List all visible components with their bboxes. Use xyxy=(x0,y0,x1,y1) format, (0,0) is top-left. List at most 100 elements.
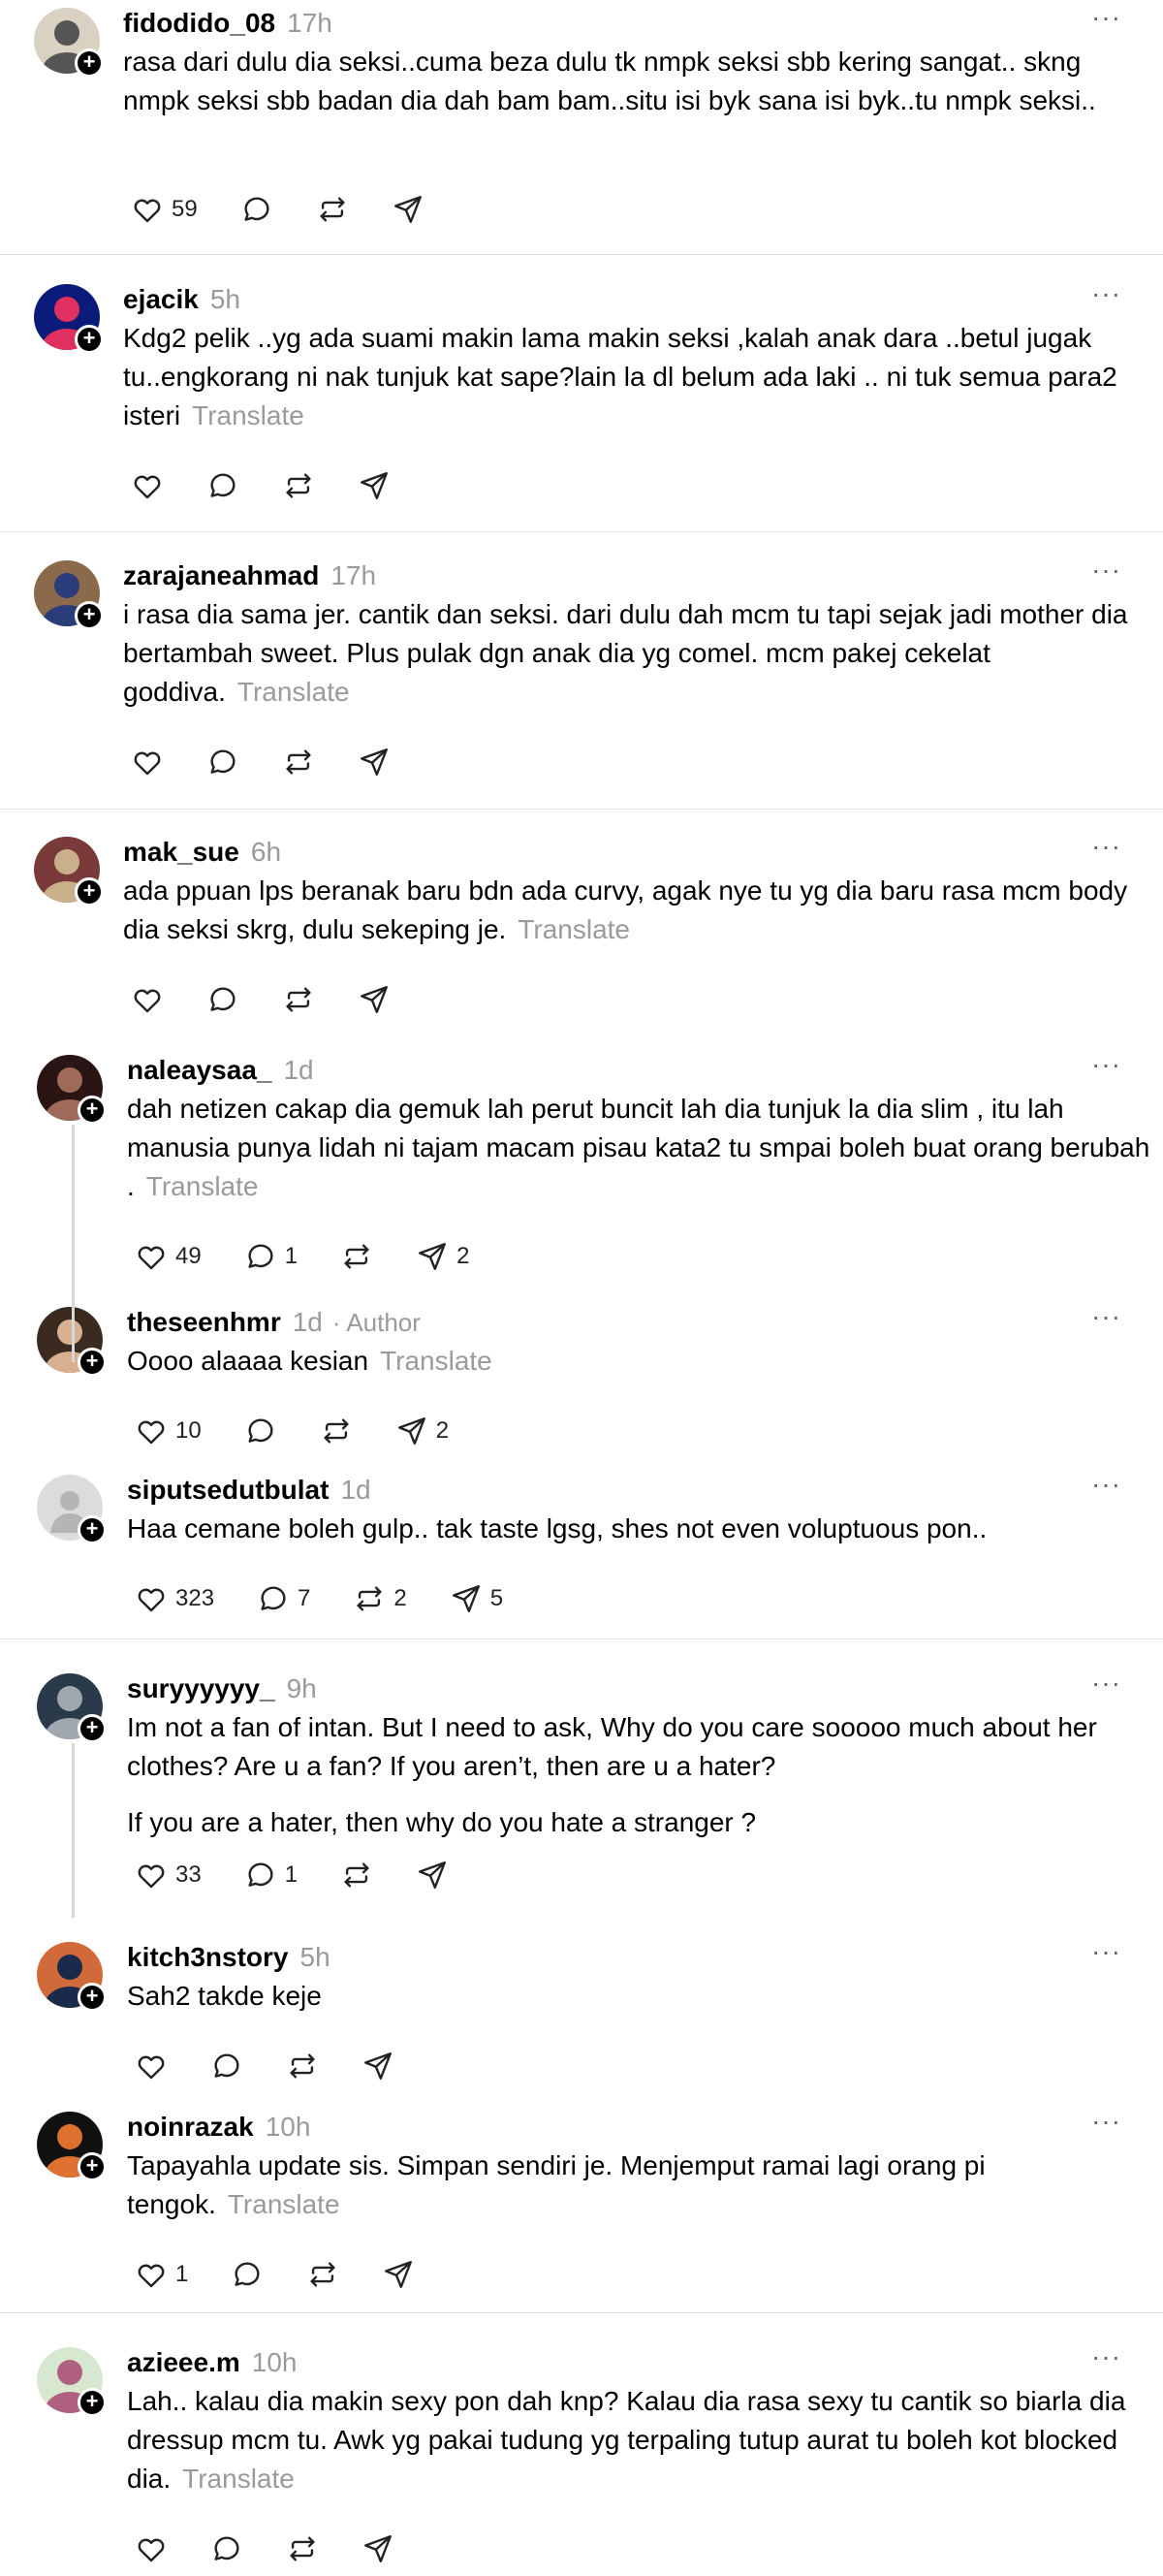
comment-icon xyxy=(231,2258,264,2291)
post-body: dah netizen cakap dia gemuk lah perut bu… xyxy=(127,1094,1150,1201)
translate-link[interactable]: Translate xyxy=(228,2189,340,2219)
post-text: rasa dari dulu dia seksi..cuma beza dulu… xyxy=(123,43,1150,120)
more-icon[interactable]: ··· xyxy=(1091,1469,1121,1500)
translate-link[interactable]: Translate xyxy=(237,677,350,707)
share-button[interactable] xyxy=(354,2050,394,2083)
reply-button[interactable]: 7 xyxy=(249,1582,310,1615)
repost-button[interactable] xyxy=(308,193,349,226)
share-button[interactable] xyxy=(350,983,391,1016)
username[interactable]: suryyyyyy_ xyxy=(127,1673,275,1703)
share-button[interactable] xyxy=(350,469,391,502)
like-button[interactable]: 1 xyxy=(127,2258,188,2291)
follow-plus-icon[interactable]: + xyxy=(75,601,104,630)
like-button[interactable]: 323 xyxy=(127,1582,214,1615)
repost-button[interactable] xyxy=(278,2532,319,2565)
post-header: suryyyyyy_ 9h xyxy=(127,1673,317,1712)
username[interactable]: ejacik xyxy=(123,284,199,314)
share-button[interactable]: 5 xyxy=(442,1582,503,1615)
follow-plus-icon[interactable]: + xyxy=(78,1983,107,2012)
share-button[interactable] xyxy=(408,1859,449,1892)
more-icon[interactable]: ··· xyxy=(1091,2,1121,33)
reply-button[interactable] xyxy=(223,2258,264,2291)
post-header: azieee.m 10h xyxy=(127,2347,297,2386)
repost-button[interactable] xyxy=(278,2050,319,2083)
more-icon[interactable]: ··· xyxy=(1091,2106,1121,2137)
follow-plus-icon[interactable]: + xyxy=(75,48,104,78)
reply-button[interactable] xyxy=(203,2532,243,2565)
repost-button[interactable] xyxy=(312,1415,353,1447)
like-button[interactable] xyxy=(127,2050,168,2083)
timestamp: 5h xyxy=(209,284,241,314)
translate-link[interactable]: Translate xyxy=(518,914,630,944)
repost-button[interactable]: 2 xyxy=(345,1582,407,1615)
like-button[interactable]: 33 xyxy=(127,1859,202,1892)
share-button[interactable] xyxy=(384,193,424,226)
share-button[interactable] xyxy=(350,746,391,779)
more-icon[interactable]: ··· xyxy=(1091,2341,1121,2372)
comment-icon xyxy=(244,1415,277,1447)
action-bar: 10 2 xyxy=(127,1412,484,1450)
translate-link[interactable]: Translate xyxy=(380,1346,492,1376)
follow-plus-icon[interactable]: + xyxy=(75,877,104,906)
follow-plus-icon[interactable]: + xyxy=(75,325,104,354)
share-button[interactable]: 2 xyxy=(408,1240,469,1273)
repost-button[interactable] xyxy=(332,1859,373,1892)
follow-plus-icon[interactable]: + xyxy=(78,1096,107,1125)
more-icon[interactable]: ··· xyxy=(1091,831,1121,862)
heart-icon xyxy=(135,2050,168,2083)
more-icon[interactable]: ··· xyxy=(1091,278,1121,309)
username[interactable]: naleaysaa_ xyxy=(127,1055,271,1085)
username[interactable]: fidodido_08 xyxy=(123,8,275,38)
post-text: Sah2 takde keje xyxy=(127,1977,1154,2016)
follow-plus-icon[interactable]: + xyxy=(78,2388,107,2417)
share-button[interactable]: 2 xyxy=(388,1415,449,1447)
follow-plus-icon[interactable]: + xyxy=(78,2152,107,2181)
translate-link[interactable]: Translate xyxy=(182,2464,295,2494)
reply-button[interactable] xyxy=(236,1415,277,1447)
username[interactable]: noinrazak xyxy=(127,2112,254,2142)
repost-button[interactable] xyxy=(274,746,315,779)
repost-button[interactable] xyxy=(274,469,315,502)
translate-link[interactable]: Translate xyxy=(146,1171,259,1201)
more-icon[interactable]: ··· xyxy=(1091,1049,1121,1080)
share-count: 5 xyxy=(489,1585,504,1611)
like-button[interactable] xyxy=(127,2532,168,2565)
follow-plus-icon[interactable]: + xyxy=(78,1348,107,1377)
username[interactable]: theseenhmr xyxy=(127,1307,281,1337)
like-button[interactable] xyxy=(123,746,164,779)
like-button[interactable]: 59 xyxy=(123,193,198,226)
post-body: rasa dari dulu dia seksi..cuma beza dulu… xyxy=(123,47,1096,115)
follow-plus-icon[interactable]: + xyxy=(78,1714,107,1743)
translate-link[interactable]: Translate xyxy=(192,400,304,430)
like-button[interactable] xyxy=(123,983,164,1016)
reply-button[interactable] xyxy=(199,746,239,779)
more-icon[interactable]: ··· xyxy=(1091,555,1121,586)
reply-button[interactable] xyxy=(203,2050,243,2083)
reply-count: 1 xyxy=(284,1243,299,1269)
like-button[interactable]: 49 xyxy=(127,1240,202,1273)
more-icon[interactable]: ··· xyxy=(1091,1936,1121,1967)
follow-plus-icon[interactable]: + xyxy=(78,1515,107,1544)
repost-icon xyxy=(282,746,315,779)
repost-button[interactable] xyxy=(299,2258,339,2291)
reply-button[interactable]: 1 xyxy=(236,1859,298,1892)
like-button[interactable]: 10 xyxy=(127,1415,202,1447)
share-button[interactable] xyxy=(374,2258,415,2291)
repost-button[interactable] xyxy=(332,1240,373,1273)
reply-button[interactable] xyxy=(199,469,239,502)
like-button[interactable] xyxy=(123,469,164,502)
reply-button[interactable]: 1 xyxy=(236,1240,298,1273)
repost-button[interactable] xyxy=(274,983,315,1016)
username[interactable]: mak_sue xyxy=(123,837,239,867)
username[interactable]: azieee.m xyxy=(127,2347,240,2377)
post-text: i rasa dia sama jer. cantik dan seksi. d… xyxy=(123,595,1150,712)
reply-button[interactable] xyxy=(199,983,239,1016)
more-icon[interactable]: ··· xyxy=(1091,1301,1121,1332)
more-icon[interactable]: ··· xyxy=(1091,1668,1121,1699)
username[interactable]: kitch3nstory xyxy=(127,1942,289,1972)
reply-button[interactable] xyxy=(233,193,273,226)
comment-icon xyxy=(206,746,239,779)
share-button[interactable] xyxy=(354,2532,394,2565)
username[interactable]: zarajaneahmad xyxy=(123,560,319,590)
username[interactable]: siputsedutbulat xyxy=(127,1475,329,1505)
